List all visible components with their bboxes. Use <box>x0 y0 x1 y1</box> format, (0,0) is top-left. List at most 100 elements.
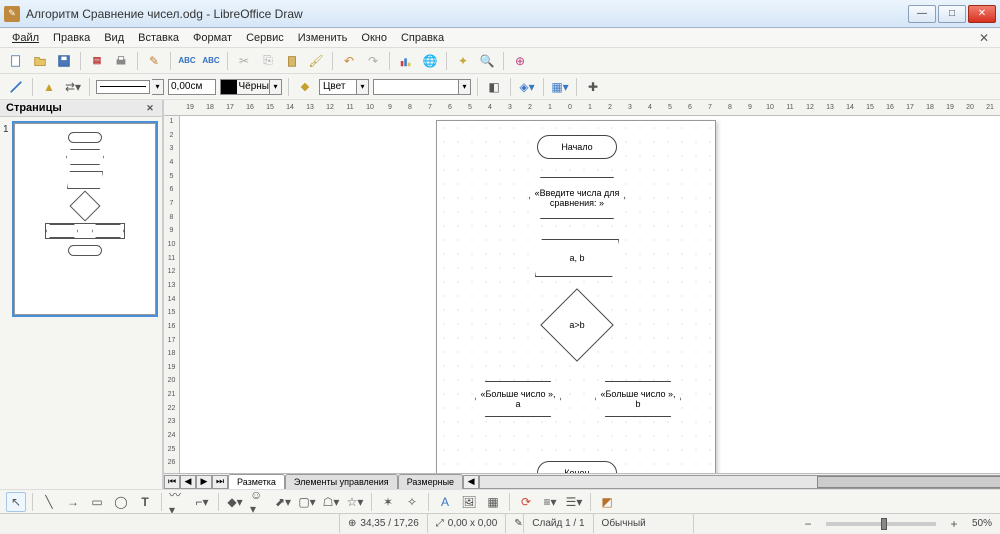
gallery-tool[interactable]: ▦ <box>483 492 503 512</box>
menu-window[interactable]: Окно <box>355 30 393 46</box>
flowchart-shapes-tool[interactable]: ▢▾ <box>297 492 317 512</box>
tab-dimlines[interactable]: Размерные <box>398 474 463 490</box>
menu-bar: Файл Правка Вид Вставка Формат Сервис Из… <box>0 28 1000 48</box>
curve-tool[interactable]: 〰▾ <box>168 492 188 512</box>
hyperlink-button[interactable]: 🌐 <box>420 51 440 71</box>
basic-shapes-tool[interactable]: ◆▾ <box>225 492 245 512</box>
pages-panel-close-button[interactable]: ✕ <box>144 102 156 114</box>
help-button[interactable]: ⊕ <box>510 51 530 71</box>
drawing-canvas[interactable]: Начало «Введите числа для сравнения: » a… <box>180 116 1000 473</box>
rectangle-tool[interactable]: ▭ <box>87 492 107 512</box>
minimize-button[interactable]: — <box>908 5 936 23</box>
copy-button[interactable]: ⎘ <box>258 51 278 71</box>
arrow-style-button[interactable]: ▲ <box>39 77 59 97</box>
navigator-button[interactable]: ✦ <box>453 51 473 71</box>
flowchart-output-b[interactable]: «Больше число », b <box>595 381 681 417</box>
maximize-button[interactable]: □ <box>938 5 966 23</box>
arrange-tool[interactable]: ☰▾ <box>564 492 584 512</box>
line-style-dd[interactable]: ⇄▾ <box>63 77 83 97</box>
points-edit-tool[interactable]: ✶ <box>378 492 398 512</box>
format-paint-button[interactable]: 🖌 <box>306 51 326 71</box>
connector-tool[interactable]: ⌐▾ <box>192 492 212 512</box>
autospell-button[interactable]: ABC <box>201 51 221 71</box>
status-modified: ✎ <box>506 514 524 533</box>
tab-controls[interactable]: Элементы управления <box>285 474 398 490</box>
line-icon <box>9 80 23 94</box>
fill-style-combo[interactable]: Цвет▾ <box>319 79 369 95</box>
fill-color-combo[interactable]: ▾ <box>373 79 471 95</box>
flowchart-terminator-start[interactable]: Начало <box>537 135 617 159</box>
block-arrows-tool[interactable]: ⬈▾ <box>273 492 293 512</box>
line-width-input[interactable]: 0,00см <box>168 79 216 95</box>
select-tool[interactable]: ↖ <box>6 492 26 512</box>
line-style-preview[interactable]: ▾ <box>96 79 164 95</box>
flowchart-decision[interactable]: a>b <box>551 299 603 351</box>
close-button[interactable]: ✕ <box>968 5 996 23</box>
chart-button[interactable] <box>396 51 416 71</box>
line-tool[interactable]: ╲ <box>39 492 59 512</box>
ellipse-tool[interactable]: ◯ <box>111 492 131 512</box>
zoom-out-button[interactable]: − <box>798 514 818 534</box>
menu-tools[interactable]: Сервис <box>240 30 290 46</box>
export-pdf-button[interactable]: ▤ <box>87 51 107 71</box>
zoom-slider[interactable] <box>826 522 936 526</box>
edit-button[interactable]: ✎ <box>144 51 164 71</box>
status-zoom[interactable]: 50% <box>964 514 1000 533</box>
symbol-shapes-tool[interactable]: ☺▾ <box>249 492 269 512</box>
thumbnail-number: 1 <box>3 124 9 135</box>
status-layout: Обычный <box>594 514 694 533</box>
tab-next-button[interactable]: ▶ <box>196 475 212 489</box>
zoom-button[interactable]: 🔍 <box>477 51 497 71</box>
menu-modify[interactable]: Изменить <box>292 30 354 46</box>
redo-button[interactable]: ↷ <box>363 51 383 71</box>
page[interactable]: Начало «Введите числа для сравнения: » a… <box>436 120 716 473</box>
fill-props-button[interactable] <box>295 77 315 97</box>
fontwork-tool[interactable]: A <box>435 492 455 512</box>
extrusion-tool[interactable]: ◩ <box>597 492 617 512</box>
from-file-tool[interactable]: 🖼 <box>459 492 479 512</box>
rotate-tool[interactable]: ⟳ <box>516 492 536 512</box>
page-thumbnail-1[interactable]: 1 <box>14 123 156 315</box>
flowchart-output-a[interactable]: «Больше число », a <box>475 381 561 417</box>
flowchart-input[interactable]: a, b <box>535 239 619 277</box>
open-button[interactable] <box>30 51 50 71</box>
grid-snap-button[interactable]: ▦▾ <box>550 77 570 97</box>
styles-button[interactable]: ◈▾ <box>517 77 537 97</box>
flowchart-terminator-end[interactable]: Конец <box>537 461 617 473</box>
ruler-vertical[interactable]: 1234567891011121314151617181920212223242… <box>164 116 180 473</box>
callout-shapes-tool[interactable]: ☖▾ <box>321 492 341 512</box>
drawing-toolbar: ↖ ╲ → ▭ ◯ T 〰▾ ⌐▾ ◆▾ ☺▾ ⬈▾ ▢▾ ☖▾ ☆▾ ✶ ✧ … <box>0 489 1000 513</box>
menu-help[interactable]: Справка <box>395 30 450 46</box>
shadow-button[interactable]: ◧ <box>484 77 504 97</box>
tab-last-button[interactable]: ⏭ <box>212 475 228 489</box>
tab-and-scroll: ⏮ ◀ ▶ ⏭ Разметка Элементы управления Раз… <box>164 473 1000 489</box>
cut-button[interactable]: ✂ <box>234 51 254 71</box>
gluepoint-button[interactable]: ✚ <box>583 77 603 97</box>
glue-points-tool[interactable]: ✧ <box>402 492 422 512</box>
spellcheck-button[interactable]: ABC <box>177 51 197 71</box>
new-doc-button[interactable] <box>6 51 26 71</box>
zoom-in-button[interactable]: + <box>944 514 964 534</box>
arrow-tool[interactable]: → <box>63 492 83 512</box>
line-color-combo[interactable]: Чёрны▾ <box>220 79 282 95</box>
menu-file[interactable]: Файл <box>6 30 45 46</box>
print-button[interactable] <box>111 51 131 71</box>
undo-button[interactable]: ↶ <box>339 51 359 71</box>
folder-icon <box>33 54 47 68</box>
menu-edit[interactable]: Правка <box>47 30 96 46</box>
h-scroll-thumb[interactable] <box>817 476 1000 488</box>
menu-view[interactable]: Вид <box>98 30 130 46</box>
paste-button[interactable] <box>282 51 302 71</box>
align-tool[interactable]: ≡▾ <box>540 492 560 512</box>
menu-format[interactable]: Формат <box>187 30 238 46</box>
line-props-button[interactable] <box>6 77 26 97</box>
ruler-horizontal[interactable]: 1918171615141312111098765432101234567891… <box>164 100 1000 116</box>
scroll-left-button[interactable]: ◀ <box>463 475 479 489</box>
text-tool[interactable]: T <box>135 492 155 512</box>
star-shapes-tool[interactable]: ☆▾ <box>345 492 365 512</box>
h-scroll-track[interactable] <box>479 475 1000 489</box>
flowchart-preparation-prompt[interactable]: «Введите числа для сравнения: » <box>529 177 625 219</box>
save-button[interactable] <box>54 51 74 71</box>
menu-insert[interactable]: Вставка <box>132 30 185 46</box>
menu-close-doc-button[interactable]: ✕ <box>974 28 994 48</box>
